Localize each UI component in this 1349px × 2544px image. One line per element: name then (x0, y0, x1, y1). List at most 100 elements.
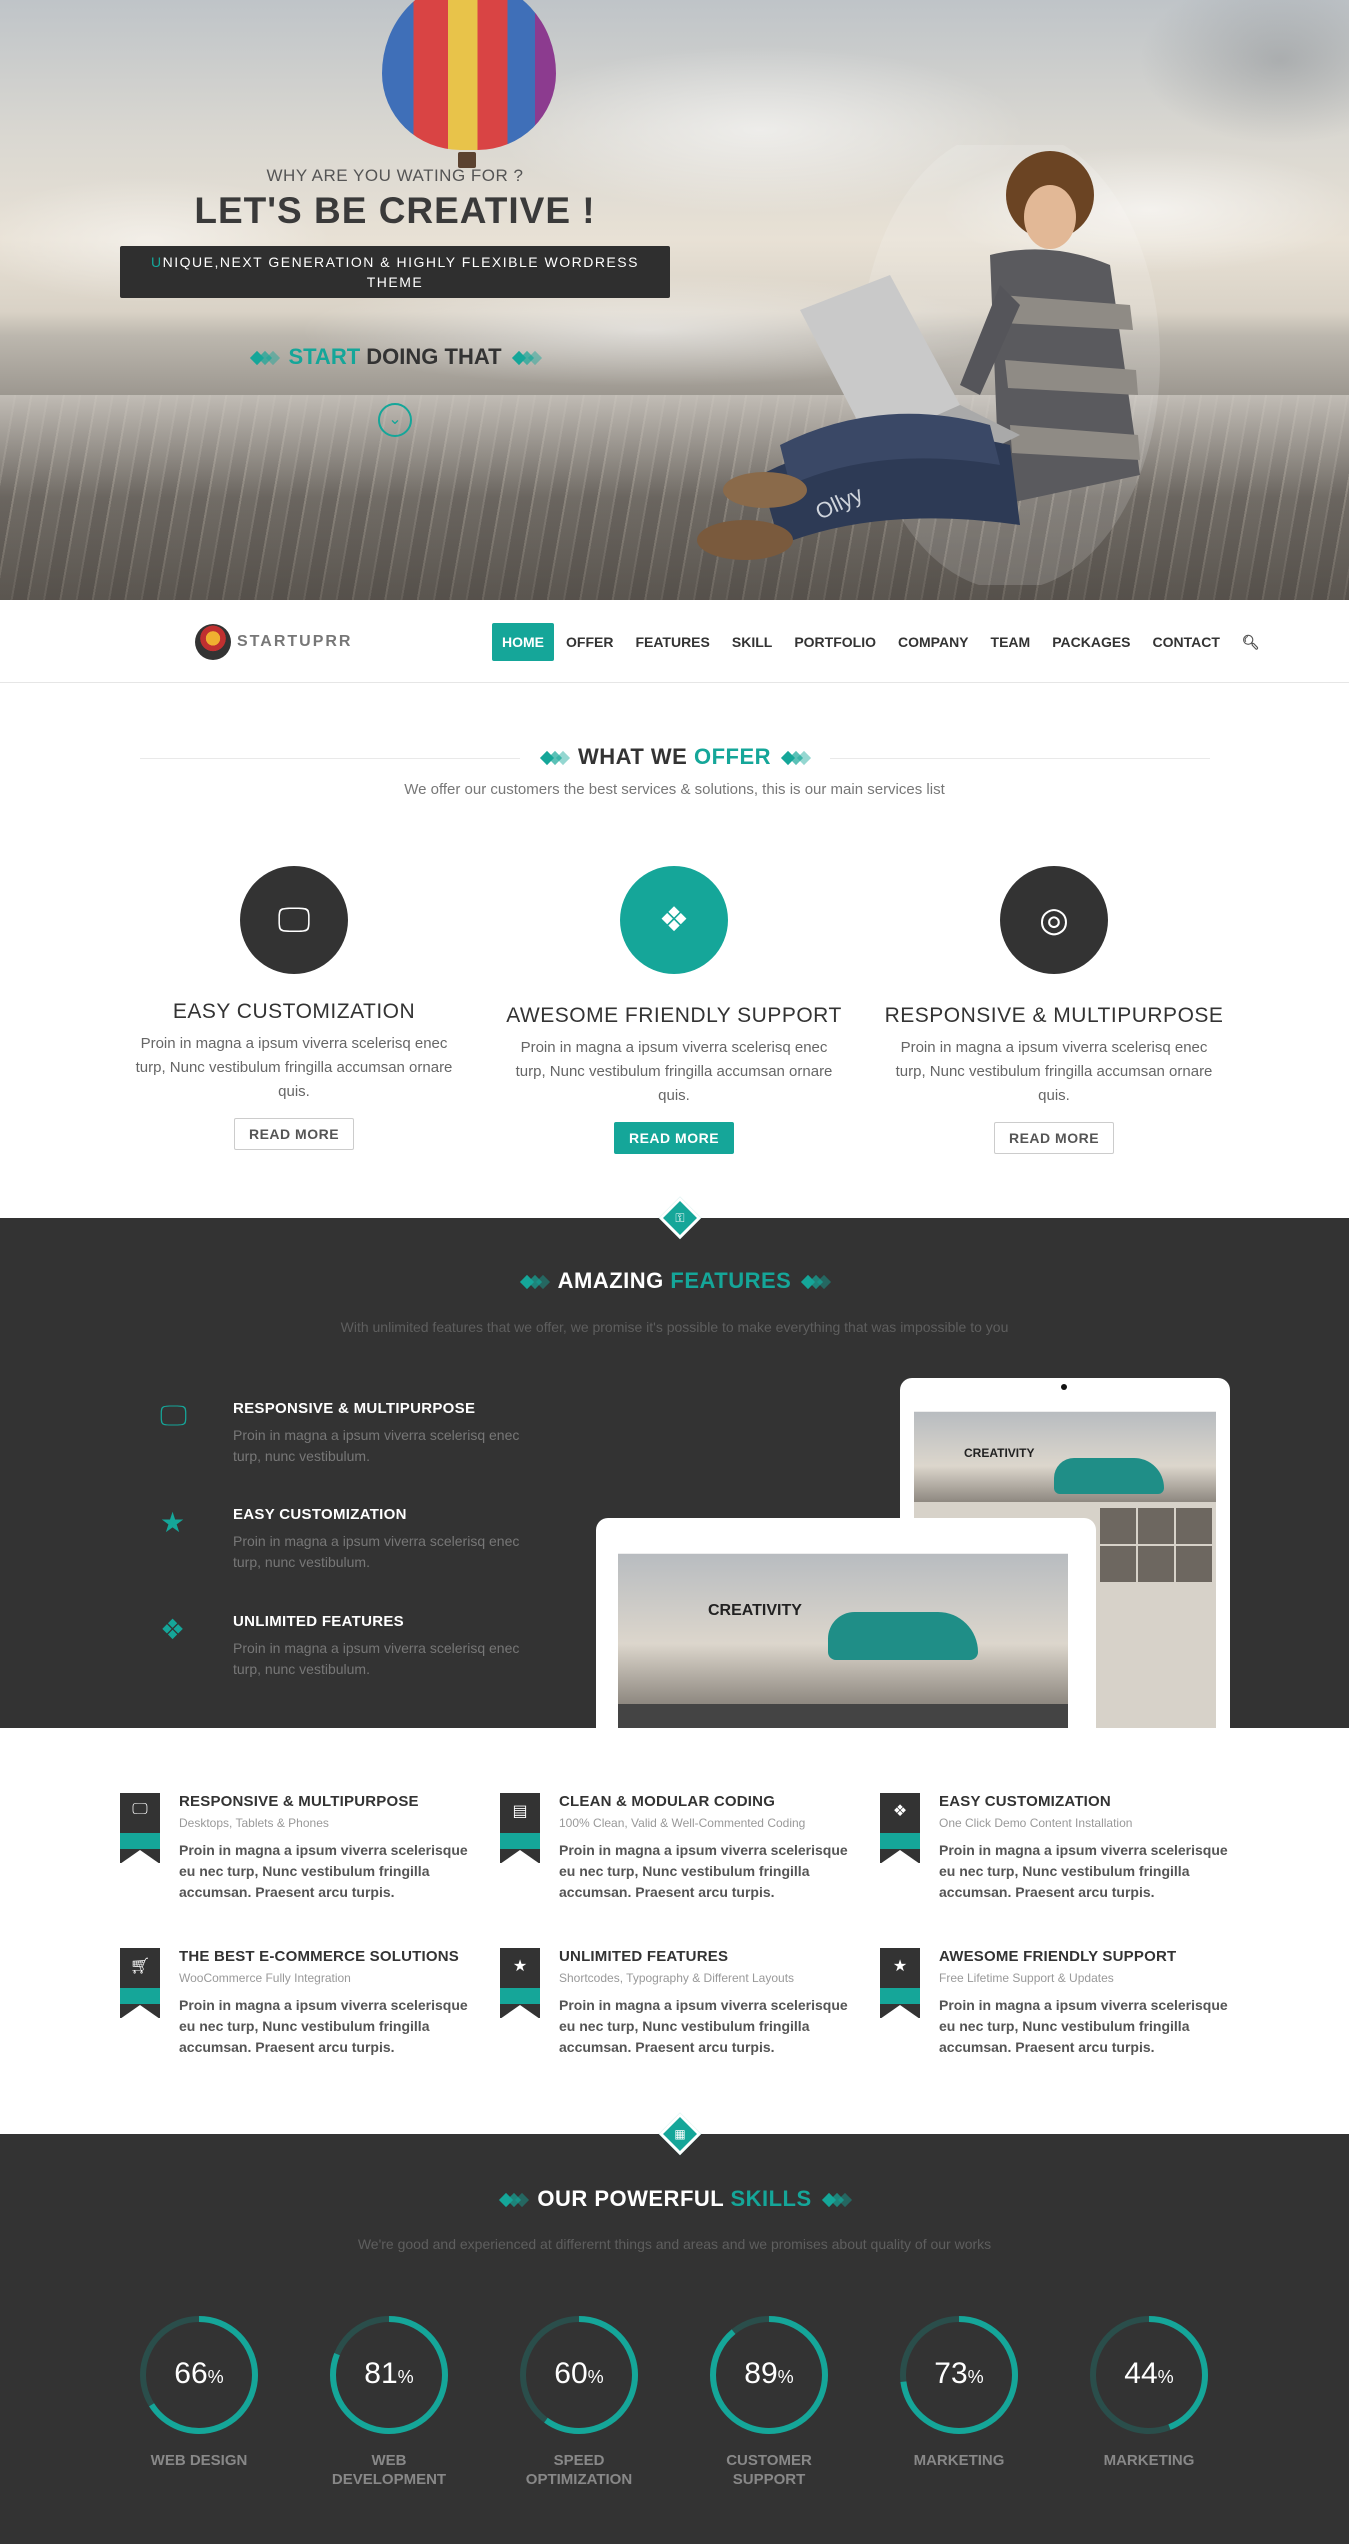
diamonds-left-icon (519, 1275, 550, 1290)
skill-value: 60% (554, 2357, 604, 2390)
grid-feature-title: THE BEST E-COMMERCE SOLUTIONS (179, 1948, 459, 1965)
grid-feature-sub: Free Lifetime Support & Updates (939, 1971, 1114, 1985)
skill-label: MARKETING (913, 2452, 1005, 2469)
features-subtitle: With unlimited features that we offer, w… (340, 1319, 1009, 1335)
search-icon[interactable]: 🔍︎ (1232, 623, 1262, 661)
grid-feature-sub: Desktops, Tablets & Phones (179, 1816, 329, 1830)
laptop-mockup: CREATIVITY (596, 1518, 1096, 1728)
hero-section: Ollyy WHY ARE YOU WATING FOR ? LET'S BE … (0, 0, 1349, 600)
feature-item: ❖ UNLIMITED FEATURES Proin in magna a ip… (150, 1613, 550, 1680)
grid-feature-text: Proin in magna a ipsum viverra scelerisq… (939, 1842, 1228, 1900)
star-icon: ★ (160, 1507, 186, 1538)
skill-label: CUSTOMER SUPPORT (726, 2452, 812, 2488)
read-more-button[interactable]: READ MORE (993, 1122, 1115, 1154)
nav-item-packages[interactable]: PACKAGES (1042, 623, 1140, 661)
features-section: AMAZING FEATURES With unlimited features… (0, 1218, 1349, 1728)
skill-item: 89% CUSTOMER SUPPORT (694, 2313, 844, 2489)
monitor-icon: 🖵︎ (120, 1793, 160, 1864)
offer-card-title: AWESOME FRIENDLY SUPPORT (506, 1004, 842, 1027)
feature-item-text: Proin in magna a ipsum viverra scelerisq… (233, 1427, 520, 1464)
hero-tagline-box: UNIQUE,NEXT GENERATION & HIGHLY FLEXIBLE… (120, 246, 670, 298)
nav-item-team[interactable]: TEAM (981, 623, 1041, 661)
hero-subtitle: WHY ARE YOU WATING FOR ? (266, 166, 524, 185)
offer-title-b: OFFER (693, 744, 772, 769)
offer-subtitle: We offer our customers the best services… (404, 781, 945, 798)
man-with-laptop-image: Ollyy (697, 145, 1160, 585)
puzzle-icon: ❖ (160, 1614, 186, 1645)
tagline-text: NIQUE,NEXT GENERATION & HIGHLY FLEXIBLE … (162, 254, 639, 290)
site-logo[interactable]: STARTUPRR (195, 622, 352, 662)
grid-feature-sub: 100% Clean, Valid & Well-Commented Codin… (559, 1816, 806, 1830)
offer-card-text: Proin in magna a ipsum viverra scelerisq… (135, 1035, 453, 1100)
grid-feature-text: Proin in magna a ipsum viverra scelerisq… (179, 1997, 468, 2055)
hero-title: LET'S BE CREATIVE ! (194, 190, 596, 231)
feature-item-title: UNLIMITED FEATURES (233, 1613, 404, 1630)
grid-feature-title: UNLIMITED FEATURES (559, 1948, 729, 1965)
nav-item-contact[interactable]: CONTACT (1143, 623, 1230, 661)
diamonds-left-icon (250, 351, 281, 366)
features-title-a: AMAZING (557, 1268, 664, 1293)
offer-card-title: RESPONSIVE & MULTIPURPOSE (884, 1004, 1224, 1027)
nav-item-portfolio[interactable]: PORTFOLIO (784, 623, 886, 661)
puzzle-icon: ❖ (620, 866, 728, 974)
grid-feature-text: Proin in magna a ipsum viverra scelerisq… (559, 1997, 848, 2055)
diamonds-right-icon (821, 2193, 852, 2208)
skill-item: 81% WEB DEVELOPMENT (314, 2313, 464, 2489)
grid-feature-sub: One Click Demo Content Installation (939, 1816, 1133, 1830)
grid-feature-title: RESPONSIVE & MULTIPURPOSE (179, 1793, 419, 1810)
grid-feature-item: ★ AWESOME FRIENDLY SUPPORT Free Lifetime… (880, 1948, 1240, 2058)
nav-item-home[interactable]: HOME (492, 623, 554, 661)
grid-feature-text: Proin in magna a ipsum viverra scelerisq… (559, 1842, 848, 1900)
skill-value: 66% (174, 2357, 224, 2390)
offer-card-text: Proin in magna a ipsum viverra scelerisq… (515, 1039, 833, 1104)
grid-feature-item: ★ UNLIMITED FEATURES Shortcodes, Typogra… (500, 1948, 860, 2058)
cart-icon: 🛒︎ (120, 1948, 160, 2019)
grid-feature-item: ▤ CLEAN & MODULAR CODING 100% Clean, Val… (500, 1793, 860, 1903)
document-icon: ▤ (500, 1793, 540, 1864)
skill-label: WEB DEVELOPMENT (331, 2452, 447, 2488)
grid-feature-title: CLEAN & MODULAR CODING (559, 1793, 776, 1810)
feature-item-text: Proin in magna a ipsum viverra scelerisq… (233, 1640, 520, 1677)
nav-item-skill[interactable]: SKILL (722, 623, 782, 661)
offer-title-a: WHAT WE (577, 744, 688, 769)
cta-highlight: START (288, 344, 361, 369)
grid-feature-title: AWESOME FRIENDLY SUPPORT (939, 1948, 1177, 1965)
laptop-headline: CREATIVITY (708, 1602, 802, 1619)
nav-menu: HOME OFFER FEATURES SKILL PORTFOLIO COMP… (492, 623, 1264, 661)
nav-item-offer[interactable]: OFFER (556, 623, 623, 661)
grid-feature-item: ❖ EASY CUSTOMIZATION One Click Demo Cont… (880, 1793, 1240, 1903)
grid-feature-sub: WooCommerce Fully Integration (179, 1971, 351, 1985)
chevron-down-icon[interactable]: ⌄ (378, 403, 412, 437)
star-icon: ★ (880, 1948, 920, 2019)
skill-value: 73% (934, 2357, 984, 2390)
feature-item: 🖵︎ RESPONSIVE & MULTIPURPOSE Proin in ma… (150, 1400, 550, 1467)
skills-title: OUR POWERFUL SKILLS (0, 2186, 1349, 2212)
nav-item-company[interactable]: COMPANY (888, 623, 979, 661)
skill-label: SPEED OPTIMIZATION (525, 2452, 633, 2488)
grid-feature-title: EASY CUSTOMIZATION (939, 1793, 1111, 1810)
nav-item-features[interactable]: FEATURES (625, 623, 719, 661)
features-title: AMAZING FEATURES (0, 1268, 1349, 1294)
skill-label: WEB DESIGN (150, 2452, 248, 2469)
offer-card-text: Proin in magna a ipsum viverra scelerisq… (895, 1039, 1213, 1104)
laptop-screen: CREATIVITY (618, 1532, 1068, 1728)
puzzle-icon: ❖ (880, 1793, 920, 1864)
main-navigation: STARTUPRR HOME OFFER FEATURES SKILL PORT… (0, 600, 1349, 683)
feature-item-title: EASY CUSTOMIZATION (233, 1506, 407, 1523)
diamonds-right-icon (801, 1275, 832, 1290)
offer-title: WHAT WE OFFER (0, 744, 1349, 770)
grid-feature-item: 🖵︎ RESPONSIVE & MULTIPURPOSE Desktops, T… (120, 1793, 480, 1903)
tablet-headline: CREATIVITY (964, 1446, 1035, 1460)
read-more-button[interactable]: READ MORE (233, 1118, 355, 1150)
read-more-button[interactable]: READ MORE (613, 1122, 735, 1154)
hero-cta-heading: START DOING THAT (120, 344, 670, 370)
offer-card-title: EASY CUSTOMIZATION (172, 1000, 416, 1023)
skill-item: 66% WEB DESIGN (124, 2313, 274, 2470)
skill-label: MARKETING (1103, 2452, 1195, 2469)
tablet-thumbnails (1100, 1508, 1212, 1582)
feature-item: ★ EASY CUSTOMIZATION Proin in magna a ip… (150, 1506, 550, 1573)
grid-feature-text: Proin in magna a ipsum viverra scelerisq… (179, 1842, 468, 1900)
skill-item: 60% SPEED OPTIMIZATION (504, 2313, 654, 2489)
grid-feature-text: Proin in magna a ipsum viverra scelerisq… (939, 1997, 1228, 2055)
feature-item-title: RESPONSIVE & MULTIPURPOSE (233, 1400, 476, 1417)
